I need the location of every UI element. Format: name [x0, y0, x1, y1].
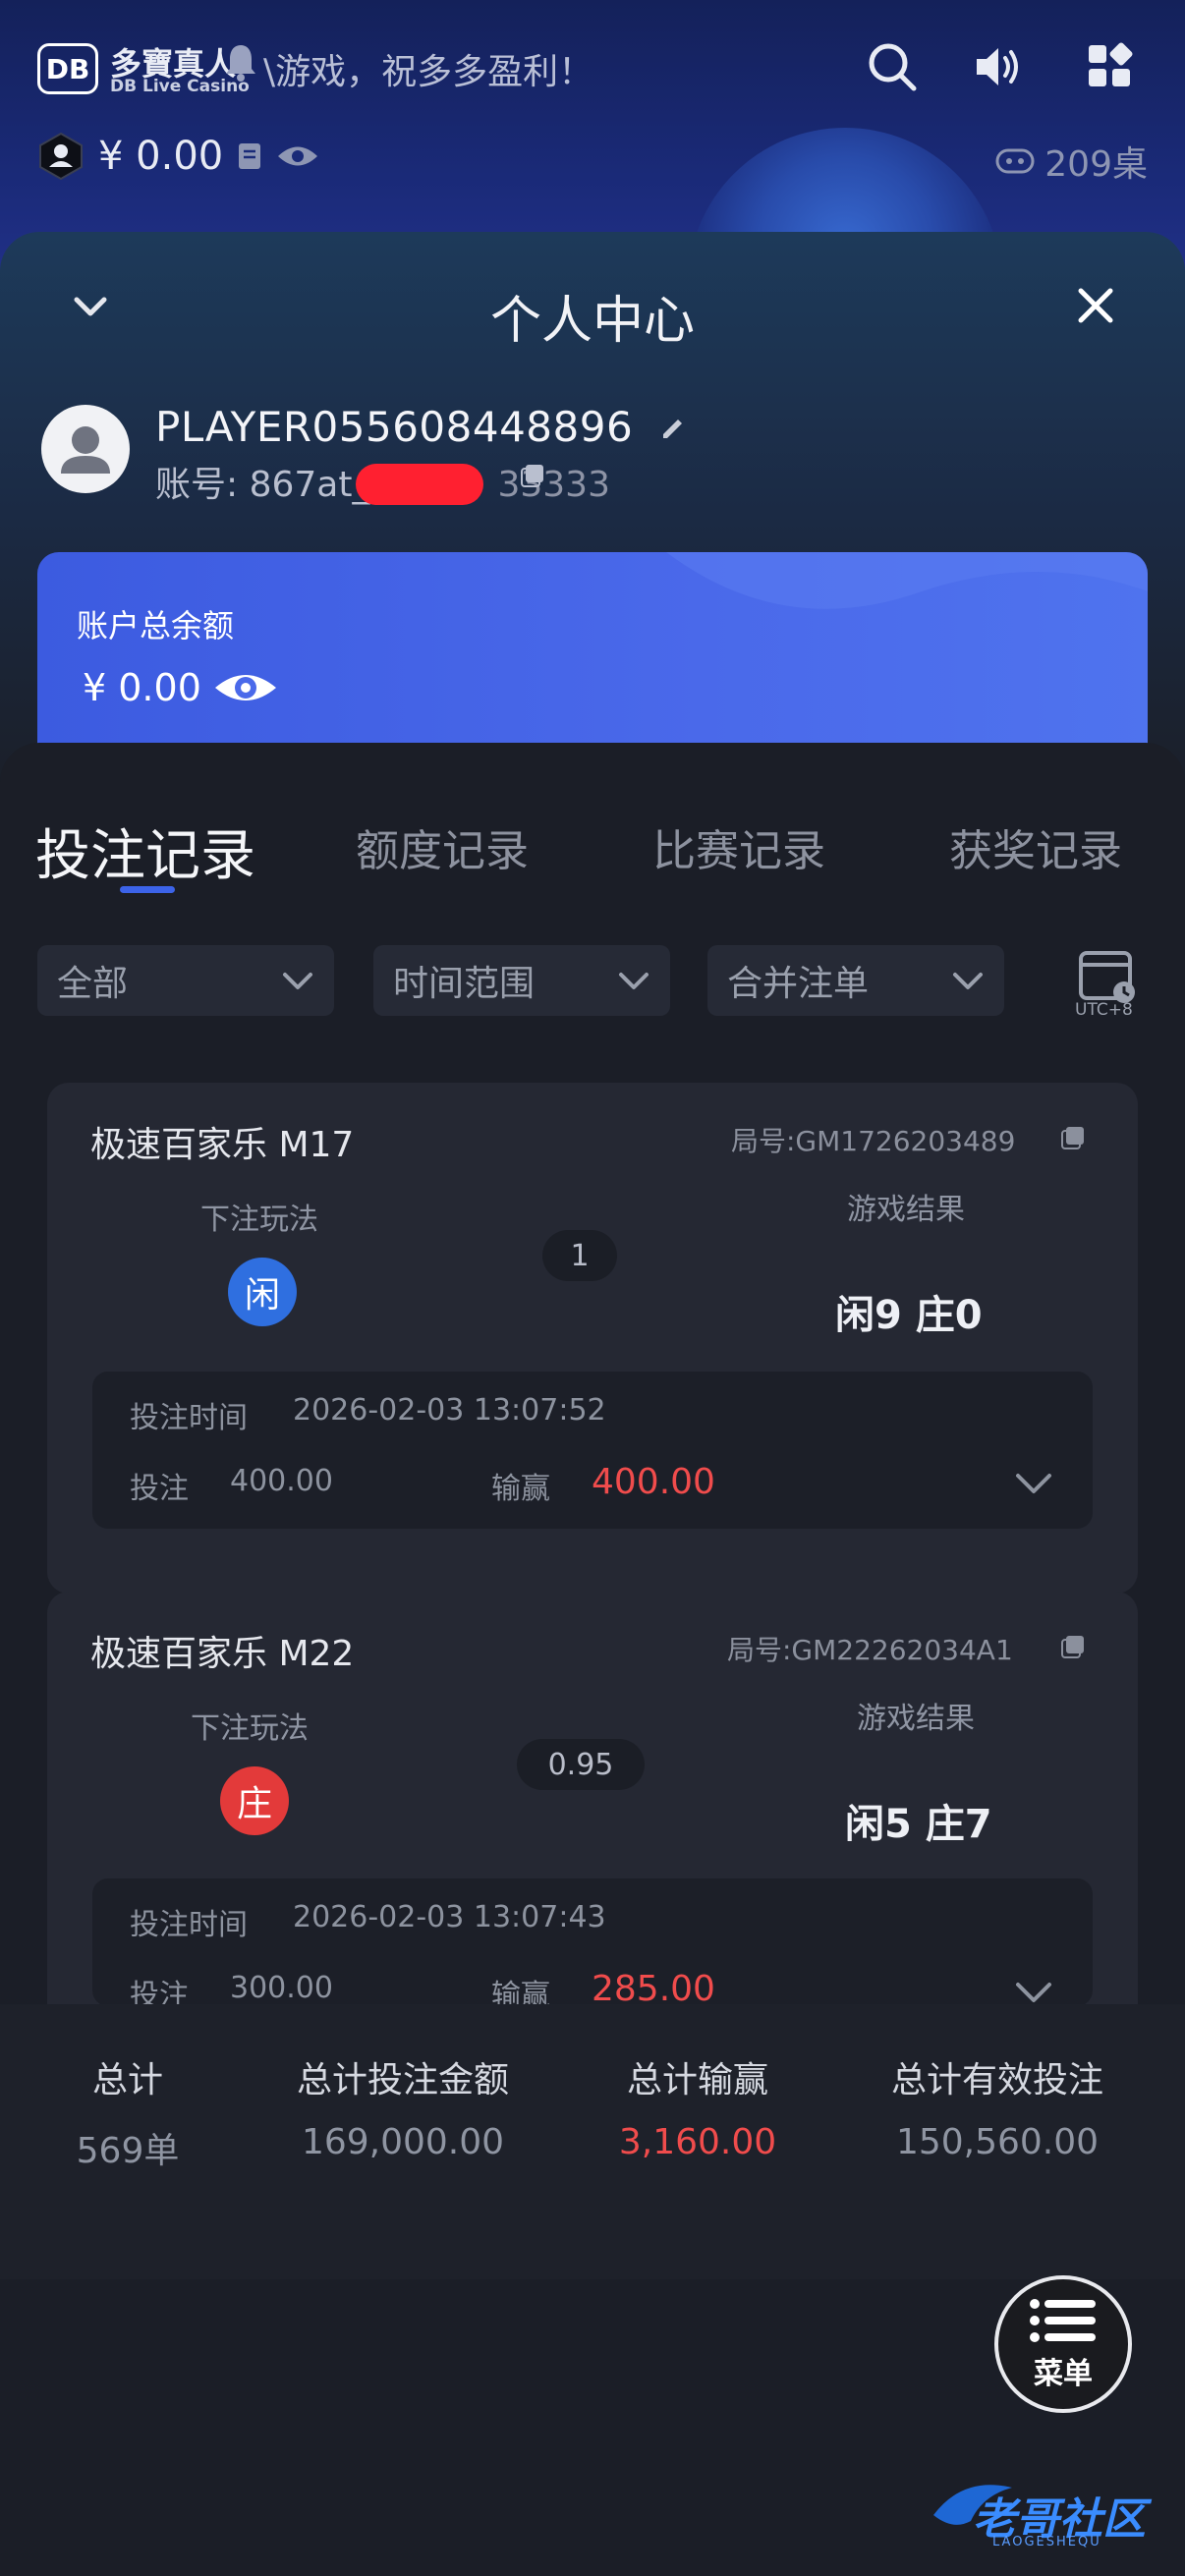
expand-chevron-icon[interactable] [1014, 1470, 1053, 1497]
bet-amount-label: 投注 [130, 1472, 189, 1506]
card-wave-decoration [666, 552, 1148, 609]
redaction-mark [356, 464, 483, 505]
result-label: 游戏结果 [847, 1193, 965, 1227]
balance-row: ¥ 0.00 [37, 132, 319, 181]
filter-all-label: 全部 [57, 964, 129, 1004]
menu-label: 菜单 [1034, 2357, 1093, 2391]
balance-card [37, 552, 1148, 749]
account-label: 账号: 867at_ [155, 465, 370, 505]
speaker-icon[interactable] [971, 39, 1026, 94]
table-icon [995, 148, 1035, 174]
user-avatar-icon [61, 426, 110, 474]
list-menu-icon [1030, 2299, 1096, 2342]
filter-time-label: 时间范围 [393, 964, 536, 1004]
table-count: 209桌 [995, 136, 1148, 187]
filter-merge-label: 合并注单 [727, 964, 870, 1004]
avatar[interactable] [41, 405, 130, 493]
summary-bet-total-label: 总计投注金额 [296, 2060, 509, 2100]
game-result: 闲9 庄0 [835, 1293, 983, 1338]
record-round: 局号:GM1726203489 [731, 1125, 1016, 1157]
chevron-down-icon [953, 973, 983, 989]
menu-button[interactable]: 菜单 [994, 2275, 1132, 2413]
logo-mark: DB [37, 43, 98, 94]
summary-total-count: 569单 [76, 2131, 180, 2171]
player-name: PLAYER055608448896 [155, 403, 634, 451]
user-hex-icon[interactable] [37, 132, 85, 181]
odds-pill: 0.95 [517, 1739, 645, 1790]
bet-time-label: 投注时间 [130, 1401, 248, 1435]
eye-icon[interactable] [213, 668, 278, 707]
table-count-text: 209桌 [1044, 144, 1148, 185]
copy-icon[interactable] [1059, 1124, 1087, 1151]
summary-bet-total: 169,000.00 [301, 2122, 505, 2162]
result-label: 游戏结果 [857, 1702, 975, 1736]
grid-menu-icon[interactable] [1083, 39, 1138, 94]
summary-total-label: 总计 [91, 2060, 163, 2100]
filter-merge-bets[interactable]: 合并注单 [707, 945, 1004, 1016]
bet-amount: 300.00 [230, 1971, 333, 2005]
banker-bet-chip: 庄 [220, 1766, 289, 1835]
close-icon[interactable] [1071, 281, 1120, 330]
chevron-down-icon [283, 973, 312, 989]
bet-type-label: 下注玩法 [191, 1711, 309, 1746]
sheet-title: 个人中心 [489, 292, 695, 351]
bet-amount: 400.00 [230, 1464, 333, 1498]
summary-win-loss: 3,160.00 [618, 2122, 777, 2162]
filter-all[interactable]: 全部 [37, 945, 334, 1016]
marquee-text: \游戏，祝多多盈利！ [263, 52, 594, 92]
bet-type-label: 下注玩法 [200, 1203, 318, 1237]
search-icon[interactable] [865, 39, 920, 94]
tab-prize-records[interactable]: 获奖记录 [949, 815, 1122, 878]
bell-icon [226, 45, 255, 82]
win-loss-amount: 400.00 [592, 1462, 715, 1502]
expand-chevron-icon[interactable] [1014, 1979, 1053, 2006]
eye-icon[interactable] [276, 141, 319, 171]
bet-time: 2026-02-03 13:07:52 [293, 1393, 606, 1428]
balance-card-value: ¥ 0.00 [83, 666, 278, 709]
game-result: 闲5 庄7 [845, 1802, 992, 1847]
timezone-label: UTC+8 [1075, 1000, 1133, 1020]
document-icon[interactable] [237, 141, 262, 171]
summary-valid-bet: 150,560.00 [895, 2122, 1100, 2162]
tab-credit-records[interactable]: 额度记录 [356, 815, 529, 878]
filter-time-range[interactable]: 时间范围 [373, 945, 670, 1016]
watermark-subtext: LAOGESHEQU [992, 2535, 1101, 2549]
record-game: 极速百家乐 M17 [90, 1125, 355, 1165]
balance-card-label: 账户总余额 [77, 607, 235, 644]
chevron-down-icon [619, 973, 649, 989]
bet-time: 2026-02-03 13:07:43 [293, 1900, 606, 1934]
summary-valid-bet-label: 总计有效投注 [890, 2060, 1103, 2100]
bet-time-label: 投注时间 [130, 1908, 248, 1942]
record-round: 局号:GM22262034A1 [727, 1634, 1013, 1666]
copy-icon[interactable] [519, 462, 546, 489]
record-game: 极速百家乐 M22 [90, 1634, 355, 1674]
tab-match-records[interactable]: 比赛记录 [652, 815, 825, 878]
tab-indicator [120, 886, 175, 893]
tab-bet-records[interactable]: 投注记录 [35, 812, 255, 891]
header-balance: ¥ 0.00 [98, 134, 224, 179]
win-loss-label: 输赢 [491, 1472, 550, 1506]
copy-icon[interactable] [1059, 1633, 1087, 1660]
odds-pill: 1 [542, 1230, 617, 1281]
edit-pencil-icon[interactable] [658, 413, 688, 442]
win-loss-amount: 285.00 [592, 1969, 715, 2009]
player-bet-chip: 闲 [228, 1258, 297, 1326]
summary-win-loss-label: 总计输赢 [626, 2060, 768, 2100]
account-suffix: 33333 [497, 465, 610, 505]
balance-card-amount: ¥ 0.00 [83, 666, 201, 709]
